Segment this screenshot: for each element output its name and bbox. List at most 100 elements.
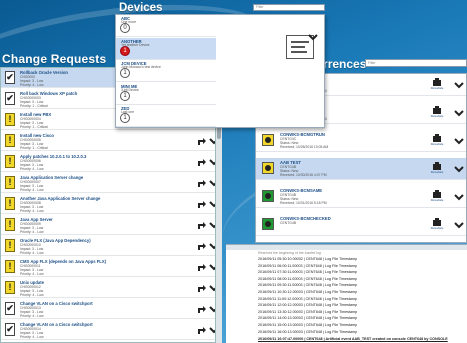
- exclamation-icon: !: [5, 113, 15, 126]
- device-count-badge: 1: [120, 113, 130, 123]
- change-request-row[interactable]: ! Apply patches 10.2.0.1 to 10.2.0.3 CHG00…: [1, 152, 215, 172]
- change-request-priority: Priority: 4 - Low: [20, 167, 44, 172]
- chevron-down-icon[interactable]: [454, 108, 464, 118]
- change-request-info: Java Application Server change CHG0000007…: [20, 175, 190, 193]
- change-request-row[interactable]: ! Another Java Application Server change C…: [1, 194, 215, 214]
- remediate-icon[interactable]: [432, 161, 442, 171]
- status-ok-icon: [262, 218, 274, 230]
- device-count-badge: 1: [120, 90, 130, 101]
- change-request-priority: Priority: 4 - Low: [20, 293, 44, 298]
- change-request-priority: Priority: 4 - Low: [20, 251, 44, 256]
- share-icon[interactable]: [197, 157, 207, 167]
- event-row[interactable]: AAB TEST CENTG4B Status: New Received: 10/3…: [256, 158, 466, 180]
- chevron-down-icon[interactable]: [209, 220, 216, 230]
- chevron-down-icon[interactable]: [454, 136, 464, 146]
- chevron-down-icon[interactable]: [209, 325, 216, 335]
- chevron-down-icon[interactable]: [209, 136, 216, 146]
- warning-status-icon: [262, 162, 274, 174]
- log-line: 2016/09/11 10:30:12.00003 | CENT648 | Lo…: [258, 290, 358, 294]
- chevron-down-icon[interactable]: [454, 80, 464, 90]
- log-line: 2016/09/11 14:00:13.00003 | CENT648 | Lo…: [258, 316, 358, 321]
- event-received: Received: 10/31/2016 5:18 PM: [280, 201, 327, 205]
- change-request-row[interactable]: ! Java Application Server change CHG000000…: [1, 173, 215, 193]
- device-row[interactable]: ANOTHER Yet another Device 1: [116, 37, 216, 60]
- chevron-down-icon[interactable]: [454, 220, 464, 230]
- event-row[interactable]: CONWKS-BCMGTRUN CENTG4C Status: New Receive…: [256, 130, 466, 152]
- chevron-down-icon[interactable]: [209, 304, 216, 314]
- share-icon[interactable]: [197, 262, 207, 272]
- chevron-down-icon[interactable]: [209, 262, 216, 272]
- remediate-button[interactable]: Remediate: [430, 161, 444, 176]
- exclamation-icon: !: [5, 218, 15, 231]
- chevron-down-icon[interactable]: [308, 32, 318, 42]
- share-icon[interactable]: [197, 304, 207, 314]
- chevron-down-icon[interactable]: [209, 178, 216, 188]
- remediate-button[interactable]: Remediate: [430, 189, 444, 204]
- remediate-icon[interactable]: [432, 77, 442, 87]
- share-icon[interactable]: [197, 178, 207, 188]
- change-request-row[interactable]: ✔ Change VLAN on a Cisco switchport CHG000…: [1, 320, 215, 340]
- log-line: 2016/09/11 11:00:12.00003 | CENT648 | Lo…: [258, 296, 357, 301]
- event-received: Received: 10/28/2016 10:05 AM: [280, 145, 329, 149]
- remediate-button[interactable]: Remediate: [430, 77, 444, 92]
- change-request-row[interactable]: ✔ Change VLAN on a Cisco switchport CHG000…: [1, 299, 215, 319]
- chevron-down-icon[interactable]: [454, 192, 464, 202]
- remediate-button[interactable]: Remediate: [430, 217, 444, 232]
- checkmark-icon: ✔: [5, 323, 15, 336]
- remediate-icon[interactable]: [432, 189, 442, 199]
- device-row[interactable]: ABC One more 0: [116, 15, 216, 37]
- share-icon[interactable]: [197, 325, 207, 335]
- share-icon[interactable]: [197, 199, 207, 209]
- change-request-priority: Priority: 1 - Critical: [20, 146, 48, 151]
- log-line: 2016/09/11 16:00:13.00003 | CENT648 | Lo…: [258, 329, 358, 334]
- change-request-priority: Priority: 4 - Low: [20, 209, 44, 214]
- remediate-label: Remediate: [430, 87, 444, 90]
- change-request-row[interactable]: ! CMS App FLX (depends on Java Apps FLX) C…: [1, 257, 215, 277]
- change-request-priority: Priority: 4 - Low: [20, 314, 44, 319]
- change-request-info: Change VLAN on a Cisco switchport CHG0000…: [20, 301, 190, 319]
- change-request-row[interactable]: ! Unix update CHG0000012 Impact: 3 - Low Pri…: [1, 278, 215, 298]
- device-row[interactable]: JCM DEVICE John Monaco's test device 1: [116, 60, 216, 82]
- chevron-down-icon[interactable]: [209, 241, 216, 251]
- chevron-down-icon[interactable]: [209, 157, 216, 167]
- remediate-icon[interactable]: [432, 133, 442, 143]
- log-line: 2016/09/11 06:00:11.00003 | CENT648 | Lo…: [258, 263, 357, 268]
- device-row[interactable]: ZED Last one 1: [116, 105, 216, 127]
- change-request-info: Install new Cisco CHG0000005 Impact: 3 - L…: [20, 133, 190, 151]
- remediate-label: Remediate: [430, 115, 444, 118]
- log-line: 2016/09/11 09:30:11.00003 | CENT648 | Lo…: [258, 283, 357, 288]
- status-dot: [265, 165, 271, 171]
- change-request-row[interactable]: ! Java App Server CHG0000009 Impact: 3 - Lo…: [1, 215, 215, 235]
- share-icon[interactable]: [197, 136, 207, 146]
- remediate-icon[interactable]: [432, 217, 442, 227]
- event-row[interactable]: CONWKS-BCMCHECKED CENTG4B Remediate: [256, 214, 466, 236]
- device-row[interactable]: MINI ME 3-bit Device 1: [116, 83, 216, 105]
- remediate-button[interactable]: Remediate: [430, 133, 444, 148]
- chevron-down-icon[interactable]: [209, 199, 216, 209]
- share-icon[interactable]: [197, 283, 207, 293]
- chevron-down-icon[interactable]: [454, 164, 464, 174]
- change-request-row[interactable]: ! Oracle FLX (Java App Dependency) CHG0000…: [1, 236, 215, 256]
- share-icon[interactable]: [197, 220, 207, 230]
- share-icon[interactable]: [197, 241, 207, 251]
- checkmark-icon: ✔: [5, 92, 15, 105]
- change-request-info: Unix update CHG0000012 Impact: 3 - Low Prio…: [20, 280, 190, 298]
- exclamation-icon: !: [5, 155, 15, 168]
- status-dot: [265, 221, 271, 227]
- change-request-priority: Priority: 4 - Low: [20, 335, 44, 340]
- remediate-label: Remediate: [430, 171, 444, 174]
- device-search-input[interactable]: Filter: [253, 4, 325, 11]
- change-request-priority: Priority: 4 - Low: [20, 188, 44, 193]
- remediate-button[interactable]: Remediate: [430, 105, 444, 120]
- log-line-latest[interactable]: 2016/09/11 16:07:47.00000 | CENT648 | Ar…: [258, 337, 448, 341]
- warning-status-icon: [262, 134, 274, 146]
- remediate-label: Remediate: [430, 143, 444, 146]
- change-request-row[interactable]: ! Install new Cisco CHG0000005 Impact: 3 - …: [1, 131, 215, 151]
- event-row[interactable]: CONWKS-BCMSAME CENTG4B Status: New Received…: [256, 186, 466, 208]
- event-search-input[interactable]: Filter: [365, 59, 467, 67]
- log-line: 2016/09/11 12:00:12.00003 | CENT648 | Lo…: [258, 303, 358, 308]
- remediate-icon[interactable]: [432, 105, 442, 115]
- chevron-down-icon[interactable]: [209, 283, 216, 293]
- log-line: 2016/09/11 05:30:10.00002 | CENT648 | Lo…: [258, 257, 358, 261]
- event-received: Received: 10/30/2016 4:07 PM: [280, 173, 327, 177]
